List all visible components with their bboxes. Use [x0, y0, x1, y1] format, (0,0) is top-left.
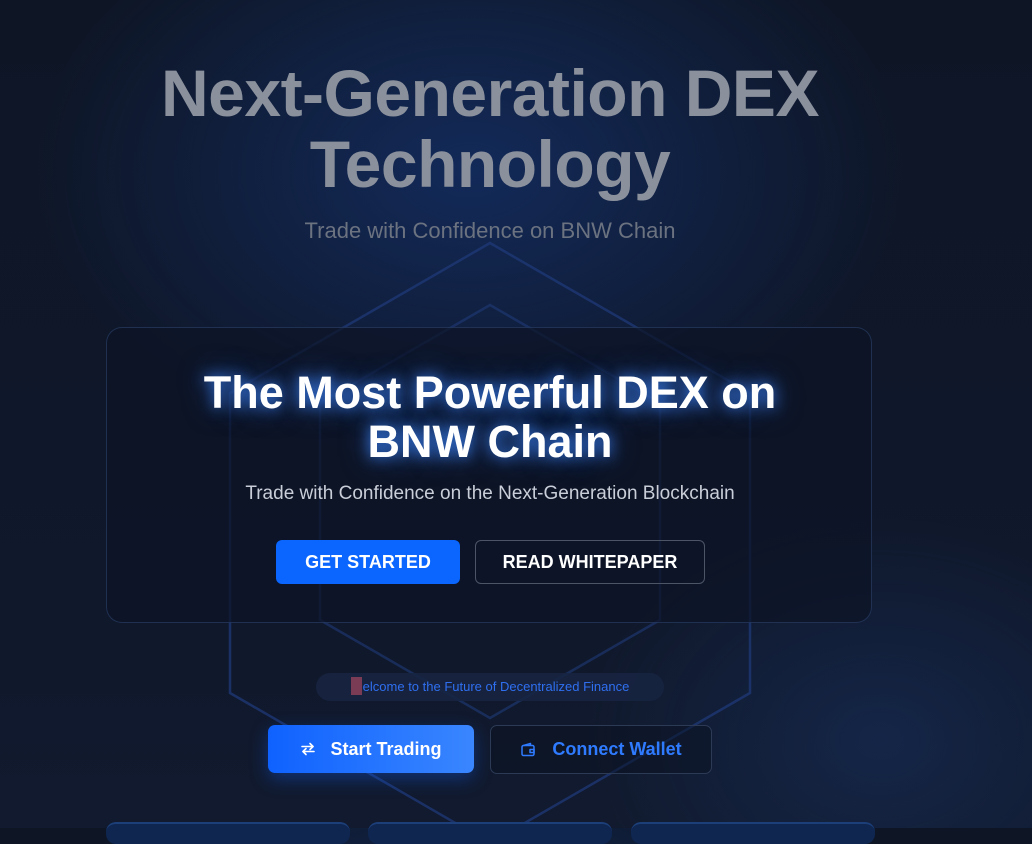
card-title: The Most Powerful DEX on BNW Chain: [107, 368, 873, 466]
feature-card: The Most Powerful DEX on BNW Chain Trade…: [106, 327, 872, 623]
stat-card: [631, 822, 875, 844]
get-started-button[interactable]: GET STARTED: [276, 540, 460, 584]
stat-card: [368, 822, 612, 844]
card-title-line-2: BNW Chain: [367, 416, 613, 467]
read-whitepaper-button[interactable]: READ WHITEPAPER: [475, 540, 705, 584]
connect-wallet-button[interactable]: Connect Wallet: [490, 725, 712, 774]
hero-title: Next-Generation DEX Technology: [0, 58, 980, 200]
welcome-badge: elcome to the Future of Decentralized Fi…: [316, 673, 664, 701]
hero-title-line-1: Next-Generation DEX: [161, 56, 819, 130]
hero-subtitle: Trade with Confidence on BNW Chain: [304, 218, 676, 243]
connect-wallet-label: Connect Wallet: [552, 739, 682, 759]
text-cursor-highlight: [350, 677, 362, 695]
start-trading-button[interactable]: Start Trading: [268, 725, 474, 773]
swap-arrows-icon: [300, 741, 316, 757]
start-trading-label: Start Trading: [330, 738, 442, 759]
card-title-line-1: The Most Powerful DEX on: [203, 367, 777, 418]
hero-title-line-2: Technology: [309, 127, 671, 201]
stat-card: [106, 822, 350, 844]
welcome-text: elcome to the Future of Decentralized Fi…: [362, 679, 630, 694]
card-subtitle: Trade with Confidence on the Next-Genera…: [245, 483, 735, 504]
wallet-icon: [520, 742, 536, 758]
